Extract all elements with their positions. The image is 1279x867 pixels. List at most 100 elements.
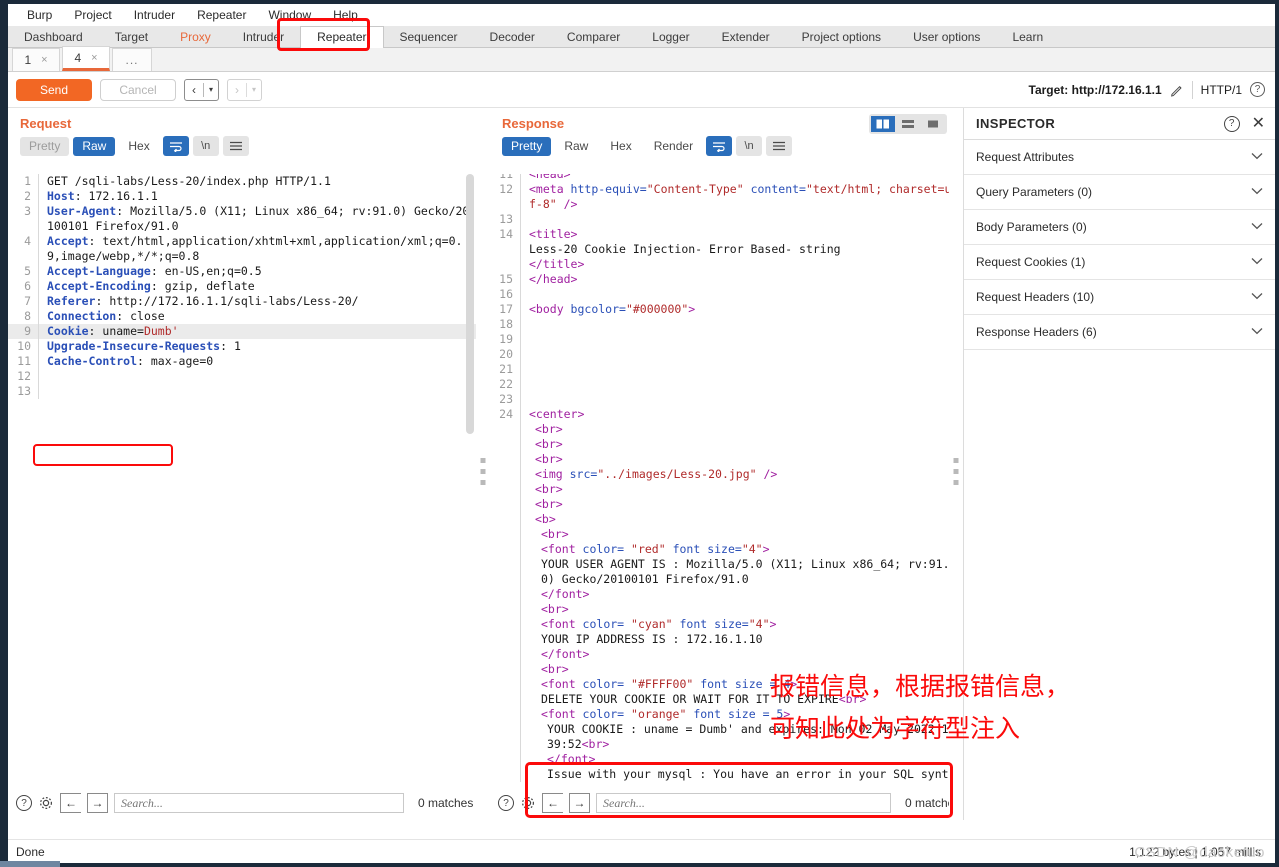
inspector-section-list: Request AttributesQuery Parameters (0)Bo… — [964, 140, 1275, 350]
code-token: bgcolor= — [571, 302, 626, 316]
tab-sequencer[interactable]: Sequencer — [384, 27, 474, 47]
response-line: <br> — [490, 452, 963, 467]
help-icon[interactable]: ? — [1224, 116, 1240, 132]
tab-proxy[interactable]: Proxy — [164, 27, 227, 47]
tab-extender[interactable]: Extender — [706, 27, 786, 47]
code-token: font — [673, 617, 715, 631]
chevron-down-icon[interactable] — [1251, 186, 1263, 198]
response-search-input[interactable] — [596, 793, 891, 813]
newline-icon[interactable]: \n — [736, 136, 762, 156]
code-token: Dumb' — [144, 324, 179, 338]
window-right-edge — [1275, 0, 1279, 867]
repeater-tab-moremoremore[interactable]: ... — [112, 48, 152, 71]
close-icon[interactable]: × — [41, 54, 47, 66]
edit-pencil-icon[interactable] — [1170, 83, 1184, 97]
inspector-section-body-parameters[interactable]: Body Parameters (0) — [964, 210, 1275, 245]
response-view-raw[interactable]: Raw — [555, 137, 597, 156]
inspector-section-request-headers[interactable]: Request Headers (10) — [964, 280, 1275, 315]
menu-item-burp[interactable]: Burp — [16, 6, 63, 24]
tab-decoder[interactable]: Decoder — [474, 27, 551, 47]
tab-intruder[interactable]: Intruder — [227, 27, 300, 47]
menu-item-help[interactable]: Help — [322, 6, 369, 24]
word-wrap-icon[interactable] — [706, 136, 732, 156]
chevron-down-icon[interactable] — [1251, 326, 1263, 338]
line-content: Cookie: uname=Dumb' — [38, 324, 476, 339]
search-next-button[interactable]: → — [87, 793, 108, 813]
history-forward-button[interactable]: › ▾ — [227, 79, 262, 101]
inspector-section-response-headers[interactable]: Response Headers (6) — [964, 315, 1275, 350]
menu-item-intruder[interactable]: Intruder — [123, 6, 186, 24]
gear-icon[interactable] — [38, 795, 54, 811]
response-view-render[interactable]: Render — [645, 137, 702, 156]
send-button[interactable]: Send — [16, 79, 92, 101]
request-view-hex[interactable]: Hex — [119, 137, 158, 156]
tab-logger[interactable]: Logger — [636, 27, 705, 47]
repeater-tab-1[interactable]: 1× — [12, 48, 60, 71]
menu-item-repeater[interactable]: Repeater — [186, 6, 257, 24]
line-number: 21 — [490, 362, 520, 377]
request-search-input[interactable] — [114, 793, 404, 813]
tab-learn[interactable]: Learn — [996, 27, 1059, 47]
split-horizontal-icon[interactable] — [896, 116, 920, 132]
menu-item-project[interactable]: Project — [63, 6, 122, 24]
inspector-section-request-attributes[interactable]: Request Attributes — [964, 140, 1275, 175]
response-view-pretty[interactable]: Pretty — [502, 137, 551, 156]
cancel-button[interactable]: Cancel — [100, 79, 176, 101]
chevron-down-icon[interactable] — [1251, 221, 1263, 233]
tab-target[interactable]: Target — [99, 27, 164, 47]
line-number: 16 — [490, 287, 520, 302]
chevron-down-icon[interactable] — [1251, 291, 1263, 303]
split-vertical-icon[interactable] — [871, 116, 895, 132]
menu-icon[interactable] — [766, 136, 792, 156]
request-line: 1GET /sqli-labs/Less-20/index.php HTTP/1… — [8, 174, 476, 189]
http-version-label[interactable]: HTTP/1 — [1201, 83, 1242, 97]
line-content — [520, 212, 963, 227]
window-bottom-accent — [0, 861, 60, 867]
request-scrollbar-thumb[interactable] — [466, 174, 474, 434]
single-pane-icon[interactable] — [921, 116, 945, 132]
request-format-bar: PrettyRawHex \n — [8, 136, 476, 160]
close-icon[interactable]: ✕ — [1252, 116, 1265, 132]
response-line: <font color= "orange" font size = 5> — [490, 707, 963, 722]
line-content — [520, 317, 963, 332]
close-icon[interactable]: × — [91, 52, 97, 64]
response-line: <br> — [490, 497, 963, 512]
history-back-button[interactable]: ‹ ▾ — [184, 79, 219, 101]
word-wrap-icon[interactable] — [163, 136, 189, 156]
tab-user-options[interactable]: User options — [897, 27, 996, 47]
request-view-pretty[interactable]: Pretty — [20, 137, 69, 156]
menu-item-window[interactable]: Window — [257, 6, 322, 24]
search-next-button[interactable]: → — [569, 793, 590, 813]
response-view-hex[interactable]: Hex — [601, 137, 640, 156]
chevron-down-icon[interactable] — [1251, 256, 1263, 268]
request-response-splitter[interactable] — [476, 108, 490, 820]
response-line: <br> — [490, 527, 963, 542]
gear-icon[interactable] — [520, 795, 536, 811]
newline-icon[interactable]: \n — [193, 136, 219, 156]
help-icon[interactable]: ? — [16, 795, 32, 811]
line-content: <br> — [520, 482, 963, 497]
code-token: Issue with your mysql : You have an erro… — [547, 767, 962, 782]
help-icon[interactable]: ? — [498, 795, 514, 811]
repeater-tab-4[interactable]: 4× — [62, 46, 110, 71]
response-inspector-splitter[interactable] — [949, 108, 963, 820]
request-view-raw[interactable]: Raw — [73, 137, 115, 156]
menu-icon[interactable] — [223, 136, 249, 156]
tab-dashboard[interactable]: Dashboard — [8, 27, 99, 47]
search-prev-button[interactable]: ← — [542, 793, 563, 813]
tab-comparer[interactable]: Comparer — [551, 27, 636, 47]
tab-repeater[interactable]: Repeater — [300, 26, 383, 49]
help-icon[interactable]: ? — [1250, 82, 1265, 97]
inspector-section-query-parameters[interactable]: Query Parameters (0) — [964, 175, 1275, 210]
inspector-section-request-cookies[interactable]: Request Cookies (1) — [964, 245, 1275, 280]
code-token: Referer — [47, 294, 95, 308]
code-token: <font — [541, 707, 583, 721]
code-token: : text/html,application/xhtml+xml,applic… — [47, 234, 462, 263]
request-line: 9Cookie: uname=Dumb' — [8, 324, 476, 339]
request-editor[interactable]: 1GET /sqli-labs/Less-20/index.php HTTP/1… — [8, 174, 476, 782]
response-line: <br> — [490, 437, 963, 452]
chevron-down-icon[interactable] — [1251, 151, 1263, 163]
response-editor[interactable]: 11<head>12<meta http-equiv="Content-Type… — [490, 174, 963, 782]
tab-project-options[interactable]: Project options — [786, 27, 897, 47]
search-prev-button[interactable]: ← — [60, 793, 81, 813]
